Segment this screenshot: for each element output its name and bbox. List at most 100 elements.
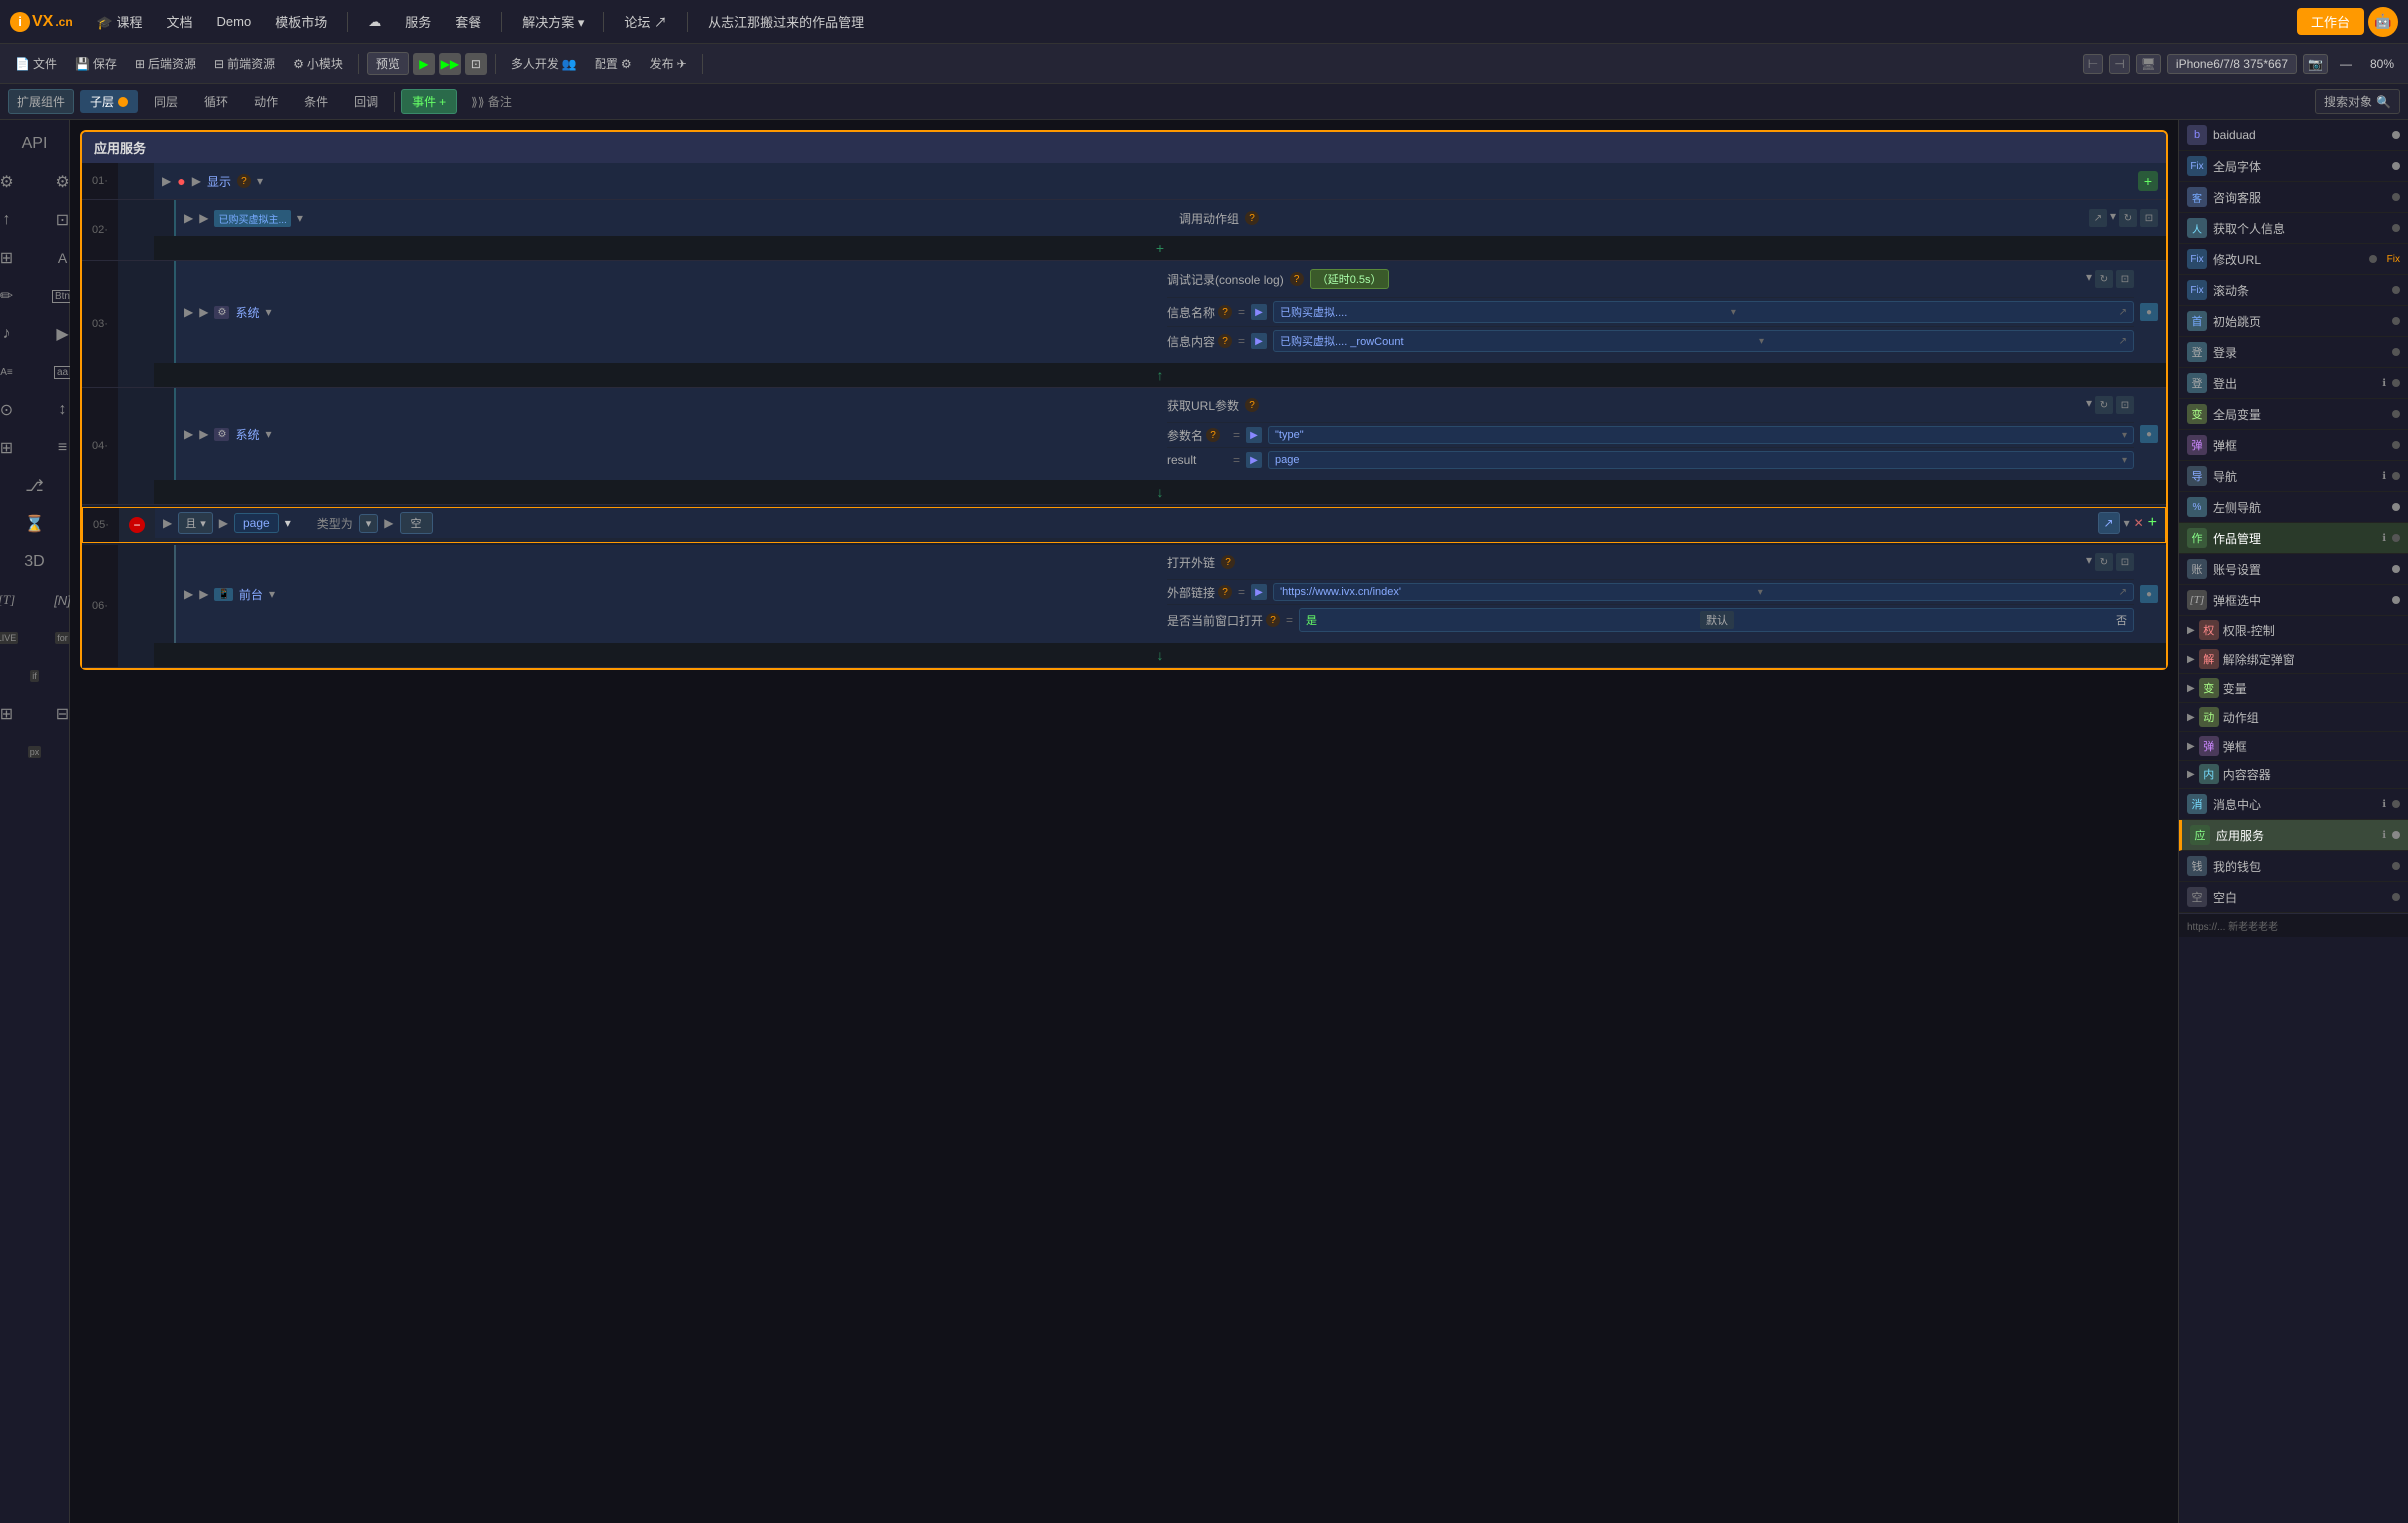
event-search[interactable]: 搜索对象 🔍 [2315,89,2400,114]
user-avatar[interactable]: 🤖 [2368,7,2398,37]
cond-var-05[interactable]: page [234,513,279,533]
row-add-btn-01[interactable]: + [2138,171,2158,191]
toolbar-screenshot[interactable]: 📷 [2303,54,2328,74]
row-chevron-02[interactable]: ▾ [297,211,303,225]
action-q-02[interactable]: ? [1245,211,1259,225]
tab-child-layer[interactable]: 子层 [80,90,138,113]
nav-courses[interactable]: 🎓 课程 [87,8,153,35]
sidebar-draw[interactable]: ✏ [0,278,34,314]
sidebar-api[interactable]: API [8,126,62,162]
right-item-login[interactable]: 登 登录 [2179,337,2408,368]
action-chevron-06[interactable]: ▾ [2086,553,2092,571]
nav-forum[interactable]: 论坛 ↗ [614,8,677,35]
right-item-global-var[interactable]: 变 全局变量 [2179,399,2408,430]
action-chevron-02[interactable]: ▾ [2110,209,2116,227]
work-btn[interactable]: 工作台 [2297,8,2364,35]
right-item-global-font[interactable]: Fix 全局字体 [2179,151,2408,182]
event-add-btn[interactable]: 事件 + [401,89,457,114]
tab-loop[interactable]: 循环 [194,90,238,113]
toolbar-icon3[interactable]: 🖥 [2136,54,2161,74]
tab-condition[interactable]: 条件 [294,90,338,113]
action-chevron-04[interactable]: ▾ [2086,396,2092,414]
add-row-btn-06[interactable]: ↓ [154,643,2166,667]
row-minus-circle-01[interactable]: ● [177,173,185,189]
nav-cloud[interactable]: ☁ [358,10,391,34]
right-item-app-service[interactable]: 应 应用服务 ℹ [2179,820,2408,851]
action-refresh-03[interactable]: ↻ [2095,270,2113,288]
toolbar-backend[interactable]: ⊞ 后端资源 [128,52,203,75]
row-expand-01[interactable]: ▶ [162,174,171,188]
right-item-nav[interactable]: 导 导航 ℹ [2179,461,2408,492]
right-item-left-nav[interactable]: % 左侧导航 [2179,492,2408,523]
sidebar-component[interactable]: ⚙ [0,164,34,200]
toolbar-zoom-minus[interactable]: — [2334,57,2358,71]
right-group-content-container[interactable]: ▶ 内 内容容器 [2179,761,2408,789]
sidebar-if[interactable]: if [8,658,62,694]
cond-close-05[interactable]: ✕ [2134,516,2144,530]
condition-minus-05[interactable]: − [129,517,145,533]
row-label-03[interactable]: 系统 [235,304,259,321]
right-item-logout[interactable]: 登 登出 ℹ [2179,368,2408,399]
row-expand-03[interactable]: ▶ [184,305,193,319]
tab-action[interactable]: 动作 [244,90,288,113]
param-value-04-2[interactable]: page ▾ [1268,451,2134,469]
sidebar-music[interactable]: ♪ [0,316,34,352]
sidebar-table[interactable]: ⊞ [0,696,34,732]
action-refresh-06[interactable]: ↻ [2095,553,2113,571]
row-chevron-06[interactable]: ▾ [269,587,275,601]
action-more-02[interactable]: ⊡ [2140,209,2158,227]
row-expand-06[interactable]: ▶ [184,587,193,601]
right-group-action-group[interactable]: ▶ 动 动作组 [2179,703,2408,732]
nav-plans[interactable]: 套餐 [445,8,491,35]
sidebar-upload[interactable]: ↑ [0,202,34,238]
row-expand-04[interactable]: ▶ [184,427,193,441]
right-item-account-settings[interactable]: 账 账号设置 [2179,554,2408,585]
row-label-01[interactable]: 显示 [207,173,231,190]
right-item-wallet[interactable]: 钱 我的钱包 [2179,851,2408,882]
row-chevron-04[interactable]: ▾ [265,427,271,441]
cond-chevron-05[interactable]: ▾ [2124,516,2130,530]
screen-size[interactable]: iPhone6/7/8 375*667 [2167,54,2297,74]
action-q-04[interactable]: ? [1245,398,1259,412]
toolbar-frontend[interactable]: ⊟ 前端资源 [207,52,282,75]
right-item-blank[interactable]: 空 空白 [2179,882,2408,913]
row-icon-03-dot[interactable]: ● [2140,303,2158,321]
cond-plus-05[interactable]: + [2148,514,2157,532]
toolbar-module[interactable]: ⚙ 小模块 [286,52,350,75]
action-refresh-02[interactable]: ↻ [2119,209,2137,227]
nav-demo[interactable]: Demo [207,10,262,33]
toolbar-play2-btn[interactable]: ▶▶ [439,53,461,75]
toolbar-play-btn[interactable]: ▶ [413,53,435,75]
nav-services[interactable]: 服务 [395,8,441,35]
cond-expand-btn-05[interactable]: ↗ [2098,512,2120,534]
action-more-03[interactable]: ⊡ [2116,270,2134,288]
expand-components-btn[interactable]: 扩展组件 [8,89,74,114]
logo[interactable]: i VX .cn [10,12,73,32]
toolbar-file[interactable]: 📄 文件 [8,52,64,75]
center-canvas[interactable]: 应用服务 01· ▶ ● ▶ 显示 ? ▾ [70,120,2178,1523]
action-q-06[interactable]: ? [1221,555,1235,569]
event-note[interactable]: ⟫⟫ 备注 [463,93,520,110]
right-group-permissions[interactable]: ▶ 权 权限-控制 [2179,616,2408,645]
param-value-04-1[interactable]: "type" ▾ [1268,426,2134,444]
right-group-unbind[interactable]: ▶ 解 解除绑定弹窗 [2179,645,2408,674]
param-value-06-1[interactable]: 'https://www.ivx.cn/index' ▾ ↗ [1273,583,2134,601]
sidebar-layout[interactable]: ⊞ [0,240,34,276]
sidebar-share[interactable]: ⎇ [8,468,62,504]
action-refresh-04[interactable]: ↻ [2095,396,2113,414]
right-item-modify-url[interactable]: Fix 修改URL Fix [2179,244,2408,275]
row-expand-02[interactable]: ▶ [184,211,193,225]
cond-expand-05[interactable]: ▾ [285,516,291,530]
row-chevron-03[interactable]: ▾ [265,305,271,319]
right-item-dialog[interactable]: 弹 弹框 [2179,430,2408,461]
sidebar-shape[interactable]: ⊙ [0,392,34,428]
row-q-01[interactable]: ? [237,174,251,188]
cond-and-select[interactable]: 且▾ [178,512,213,534]
add-row-btn-02[interactable]: + [154,236,2166,260]
action-more-04[interactable]: ⊡ [2116,396,2134,414]
toolbar-save[interactable]: 💾 保存 [68,52,124,75]
param-value-06-2[interactable]: 是 默认 否 [1299,608,2134,632]
action-more-06[interactable]: ⊡ [2116,553,2134,571]
right-group-dialog2[interactable]: ▶ 弹 弹框 [2179,732,2408,761]
sidebar-timer[interactable]: ⌛ [8,506,62,542]
